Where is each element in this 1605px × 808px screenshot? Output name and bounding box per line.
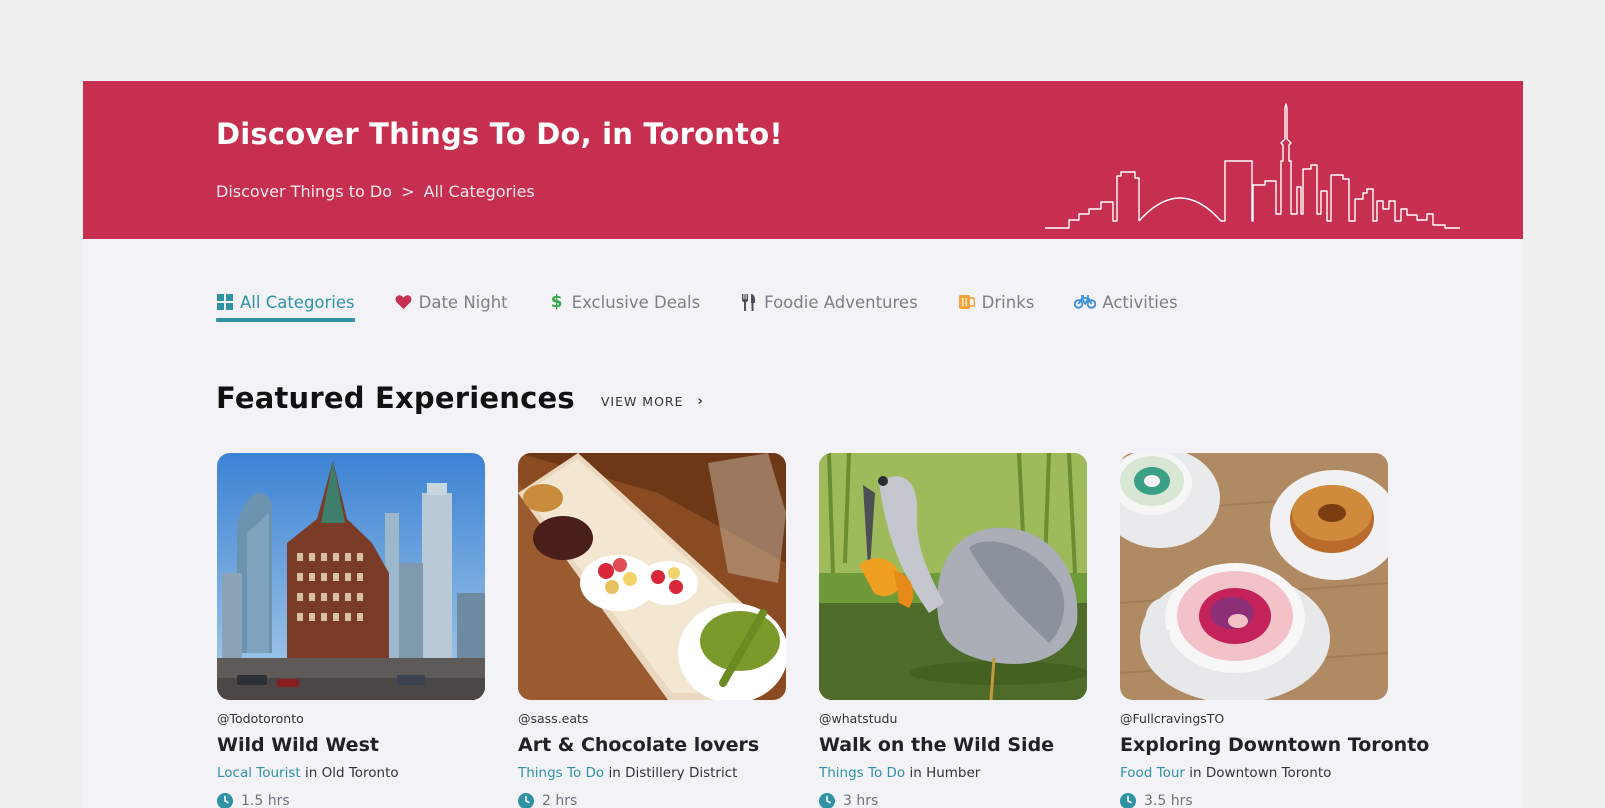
experience-meta: Things To Do in Humber	[819, 765, 980, 781]
tab-label: Foodie Adventures	[764, 292, 918, 312]
hero-banner: Discover Things To Do, in Toronto! Disco…	[83, 81, 1523, 239]
category-link[interactable]: Local Tourist	[217, 765, 301, 781]
experience-photo[interactable]	[1120, 453, 1388, 700]
experience-photo[interactable]	[217, 453, 485, 700]
location-label: Downtown Toronto	[1205, 765, 1332, 781]
experience-title[interactable]: Walk on the Wild Side	[819, 734, 1054, 756]
view-more-label: VIEW MORE	[600, 393, 684, 409]
breadcrumb-link-discover[interactable]: Discover Things to Do	[216, 182, 392, 201]
bicycle-icon	[1074, 293, 1097, 311]
duration: 3.5 hrs	[1120, 793, 1193, 808]
grid-icon	[216, 293, 234, 311]
tab-activities[interactable]: Activities	[1074, 287, 1178, 317]
experience-meta: Things To Do in Distillery District	[518, 765, 737, 781]
category-tabs: All Categories Date Night $ Exclusive De…	[216, 287, 1218, 322]
experience-meta: Local Tourist in Old Toronto	[217, 765, 399, 781]
utensils-icon	[740, 293, 758, 311]
breadcrumb-current: All Categories	[423, 182, 535, 201]
experience-card[interactable]: @sass.eats Art & Chocolate lovers Things…	[518, 453, 786, 808]
clock-icon	[1120, 793, 1136, 808]
clock-icon	[217, 793, 233, 808]
tab-label: All Categories	[240, 292, 355, 312]
location-label: Old Toronto	[321, 765, 399, 781]
duration-label: 3.5 hrs	[1144, 793, 1193, 808]
tab-foodie-adventures[interactable]: Foodie Adventures	[740, 287, 918, 317]
location-label: Humber	[926, 765, 981, 781]
category-link[interactable]: Food Tour	[1120, 765, 1185, 781]
experience-title[interactable]: Exploring Downtown Toronto	[1120, 734, 1429, 756]
duration-label: 2 hrs	[542, 793, 578, 808]
featured-header: Featured Experiences VIEW MORE ›	[216, 381, 704, 415]
tab-label: Exclusive Deals	[571, 292, 701, 312]
duration: 3 hrs	[819, 793, 878, 808]
in-label: in	[608, 765, 621, 781]
heart-icon	[395, 293, 413, 311]
breadcrumb: Discover Things to Do > All Categories	[216, 182, 535, 201]
page-title: Discover Things To Do, in Toronto!	[216, 117, 783, 151]
toronto-skyline-illustration	[1045, 103, 1460, 229]
tab-label: Drinks	[981, 292, 1035, 312]
tab-date-night[interactable]: Date Night	[395, 287, 508, 317]
duration-label: 3 hrs	[843, 793, 879, 808]
section-title: Featured Experiences	[216, 381, 575, 415]
author-handle[interactable]: @Todotoronto	[217, 711, 304, 726]
in-label: in	[1189, 765, 1202, 781]
experience-card[interactable]: @Todotoronto Wild Wild West Local Touris…	[217, 453, 485, 808]
category-link[interactable]: Things To Do	[518, 765, 604, 781]
mug-icon	[958, 293, 976, 311]
experience-card[interactable]: @whatstudu Walk on the Wild Side Things …	[819, 453, 1087, 808]
chevron-right-icon: ›	[697, 393, 704, 409]
experience-title[interactable]: Art & Chocolate lovers	[518, 734, 759, 756]
duration-label: 1.5 hrs	[241, 793, 290, 808]
duration: 1.5 hrs	[217, 793, 290, 808]
breadcrumb-separator: >	[401, 182, 415, 201]
tab-drinks[interactable]: Drinks	[958, 287, 1035, 317]
view-more-link[interactable]: VIEW MORE ›	[601, 394, 704, 409]
dollar-icon: $	[550, 292, 563, 312]
location-label: Distillery District	[625, 765, 738, 781]
duration: 2 hrs	[518, 793, 577, 808]
experience-photo[interactable]	[819, 453, 1087, 700]
author-handle[interactable]: @FullcravingsTO	[1120, 711, 1224, 726]
author-handle[interactable]: @whatstudu	[819, 711, 897, 726]
clock-icon	[518, 793, 534, 808]
tab-label: Activities	[1102, 292, 1178, 312]
category-link[interactable]: Things To Do	[819, 765, 905, 781]
experience-photo[interactable]	[518, 453, 786, 700]
experience-meta: Food Tour in Downtown Toronto	[1120, 765, 1331, 781]
author-handle[interactable]: @sass.eats	[518, 711, 588, 726]
experience-card[interactable]: @FullcravingsTO Exploring Downtown Toron…	[1120, 453, 1429, 808]
in-label: in	[304, 765, 318, 781]
tab-exclusive-deals[interactable]: $ Exclusive Deals	[548, 287, 701, 317]
tab-label: Date Night	[418, 292, 508, 312]
experience-title[interactable]: Wild Wild West	[217, 734, 379, 756]
page-frame: Discover Things To Do, in Toronto! Disco…	[83, 81, 1523, 808]
in-label: in	[909, 765, 922, 781]
clock-icon	[819, 793, 835, 808]
tab-all-categories[interactable]: All Categories	[216, 287, 355, 322]
